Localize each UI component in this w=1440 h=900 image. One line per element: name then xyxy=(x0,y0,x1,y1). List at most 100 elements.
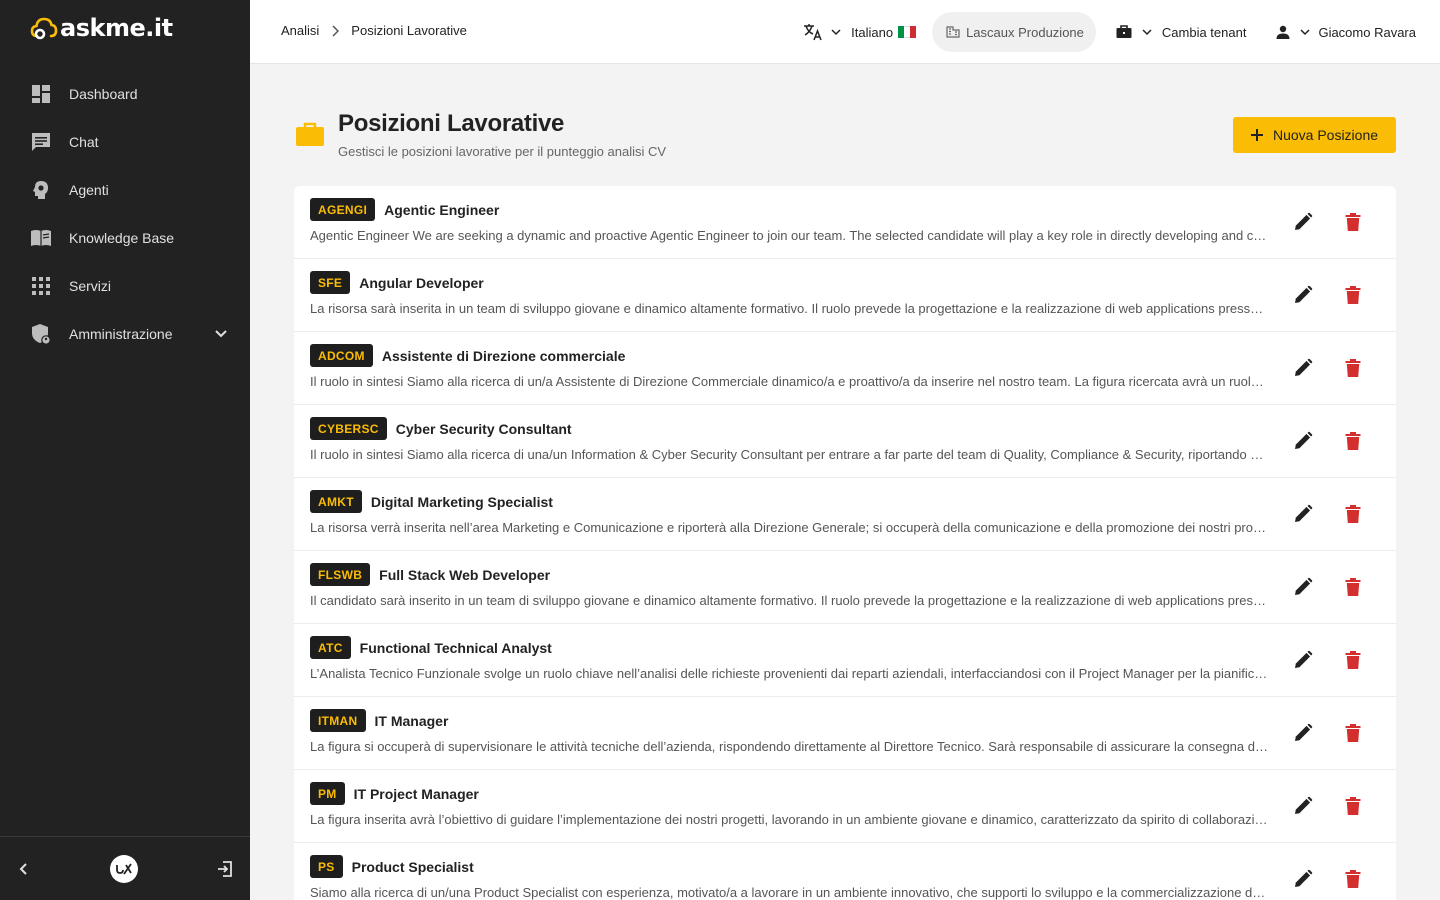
pencil-icon xyxy=(1295,358,1313,376)
trash-icon xyxy=(1345,651,1361,669)
breadcrumb-analisi[interactable]: Analisi xyxy=(281,23,319,38)
pencil-icon xyxy=(1295,504,1313,522)
edit-button[interactable] xyxy=(1290,720,1316,746)
position-code-badge: ATC xyxy=(310,636,351,659)
app-logo-text: askme.it xyxy=(60,14,173,42)
trash-icon xyxy=(1345,359,1361,377)
pencil-icon xyxy=(1295,723,1313,741)
edit-button[interactable] xyxy=(1290,647,1316,673)
edit-button[interactable] xyxy=(1290,428,1316,454)
position-description: La risorsa verrà inserita nell’area Mark… xyxy=(310,520,1268,535)
collapse-sidebar-icon[interactable] xyxy=(16,861,32,877)
edit-button[interactable] xyxy=(1290,501,1316,527)
position-code-badge: CYBERSC xyxy=(310,417,387,440)
position-code-badge: SFE xyxy=(310,271,351,294)
position-description: Il candidato sarà inserito in un team di… xyxy=(310,593,1268,608)
edit-button[interactable] xyxy=(1290,355,1316,381)
briefcase-icon xyxy=(1116,25,1132,39)
new-position-button[interactable]: Nuova Posizione xyxy=(1233,117,1396,153)
delete-button[interactable] xyxy=(1340,282,1366,308)
pencil-icon xyxy=(1295,796,1313,814)
position-description: Il ruolo in sintesi Siamo alla ricerca d… xyxy=(310,374,1268,389)
user-icon xyxy=(1276,25,1290,39)
position-name: Digital Marketing Specialist xyxy=(370,493,553,510)
sidebar-item-agenti[interactable]: Agenti xyxy=(0,166,250,214)
position-row[interactable]: CYBERSC Cyber Security Consultant Il ruo… xyxy=(294,405,1396,478)
logout-icon[interactable] xyxy=(216,860,234,878)
edit-button[interactable] xyxy=(1290,866,1316,892)
switch-tenant-menu[interactable]: Cambia tenant xyxy=(1116,25,1246,40)
position-name: Full Stack Web Developer xyxy=(379,566,551,583)
sidebar-item-label: Knowledge Base xyxy=(69,230,175,246)
translate-icon xyxy=(803,23,823,41)
position-row[interactable]: ITMAN IT Manager La figura si occuperà d… xyxy=(294,697,1396,770)
chevron-down-icon[interactable] xyxy=(214,327,228,341)
edit-button[interactable] xyxy=(1290,793,1316,819)
breadcrumb-current: Posizioni Lavorative xyxy=(351,23,467,38)
chevron-right-icon xyxy=(331,24,340,37)
chevron-down-icon xyxy=(831,28,841,36)
trash-icon xyxy=(1345,213,1361,231)
sidebar-item-label: Amministrazione xyxy=(69,326,173,342)
cloud-logo-icon xyxy=(30,17,58,40)
delete-button[interactable] xyxy=(1340,720,1366,746)
delete-button[interactable] xyxy=(1340,574,1366,600)
trash-icon xyxy=(1345,870,1361,888)
topbar: Analisi Posizioni Lavorative Italiano La… xyxy=(250,0,1440,64)
delete-button[interactable] xyxy=(1340,355,1366,381)
sidebar-nav: Dashboard Chat Agenti Knowledge Base Ser… xyxy=(0,70,250,358)
new-position-label: Nuova Posizione xyxy=(1272,127,1379,143)
position-name: Agentic Engineer xyxy=(384,201,500,218)
position-description: La risorsa sarà inserita in un team di s… xyxy=(310,301,1268,316)
current-tenant-chip[interactable]: Lascaux Produzione xyxy=(932,12,1096,52)
position-row[interactable]: ATC Functional Technical Analyst L’Anali… xyxy=(294,624,1396,697)
delete-button[interactable] xyxy=(1340,428,1366,454)
sidebar: askme.it Dashboard Chat Agenti Knowledge… xyxy=(0,0,250,900)
position-code-badge: AMKT xyxy=(310,490,362,513)
chat-icon xyxy=(30,131,52,153)
position-row[interactable]: PS Product Specialist Siamo alla ricerca… xyxy=(294,843,1396,900)
delete-button[interactable] xyxy=(1340,647,1366,673)
position-name: Product Specialist xyxy=(351,858,474,875)
position-row[interactable]: SFE Angular Developer La risorsa sarà in… xyxy=(294,259,1396,332)
company-logo-icon xyxy=(110,854,138,883)
trash-icon xyxy=(1345,797,1361,815)
position-description: L’Analista Tecnico Funzionale svolge un … xyxy=(310,666,1268,681)
edit-button[interactable] xyxy=(1290,574,1316,600)
sidebar-item-dashboard[interactable]: Dashboard xyxy=(0,70,250,118)
position-name: Angular Developer xyxy=(359,274,484,291)
book-icon xyxy=(30,227,52,249)
delete-button[interactable] xyxy=(1340,209,1366,235)
sidebar-item-knowledge-base[interactable]: Knowledge Base xyxy=(0,214,250,262)
edit-button[interactable] xyxy=(1290,282,1316,308)
position-row[interactable]: PM IT Project Manager La figura inserita… xyxy=(294,770,1396,843)
dashboard-icon xyxy=(30,83,52,105)
sidebar-item-chat[interactable]: Chat xyxy=(0,118,250,166)
sidebar-item-amministrazione[interactable]: Amministrazione xyxy=(0,310,250,358)
position-row[interactable]: AMKT Digital Marketing Specialist La ris… xyxy=(294,478,1396,551)
position-code-badge: ITMAN xyxy=(310,709,366,732)
position-row[interactable]: FLSWB Full Stack Web Developer Il candid… xyxy=(294,551,1396,624)
position-code-badge: PS xyxy=(310,855,343,878)
delete-button[interactable] xyxy=(1340,866,1366,892)
trash-icon xyxy=(1345,505,1361,523)
position-row[interactable]: AGENGI Agentic Engineer Agentic Engineer… xyxy=(294,186,1396,259)
page-subtitle: Gestisci le posizioni lavorative per il … xyxy=(338,144,667,159)
tenant-label: Lascaux Produzione xyxy=(966,24,1084,40)
delete-button[interactable] xyxy=(1340,501,1366,527)
sidebar-item-servizi[interactable]: Servizi xyxy=(0,262,250,310)
user-menu[interactable]: Giacomo Ravara xyxy=(1276,25,1416,40)
trash-icon xyxy=(1345,578,1361,596)
position-name: Cyber Security Consultant xyxy=(395,420,572,437)
position-code-badge: FLSWB xyxy=(310,563,371,586)
position-row[interactable]: ADCOM Assistente di Direzione commercial… xyxy=(294,332,1396,405)
app-logo[interactable]: askme.it xyxy=(30,10,173,46)
trash-icon xyxy=(1345,432,1361,450)
edit-button[interactable] xyxy=(1290,209,1316,235)
position-name: IT Project Manager xyxy=(353,785,479,802)
delete-button[interactable] xyxy=(1340,793,1366,819)
language-selector[interactable]: Italiano xyxy=(803,23,917,41)
admin-shield-icon xyxy=(30,323,52,345)
page-header: Posizioni Lavorative Gestisci le posizio… xyxy=(294,108,1396,168)
pencil-icon xyxy=(1295,285,1313,303)
